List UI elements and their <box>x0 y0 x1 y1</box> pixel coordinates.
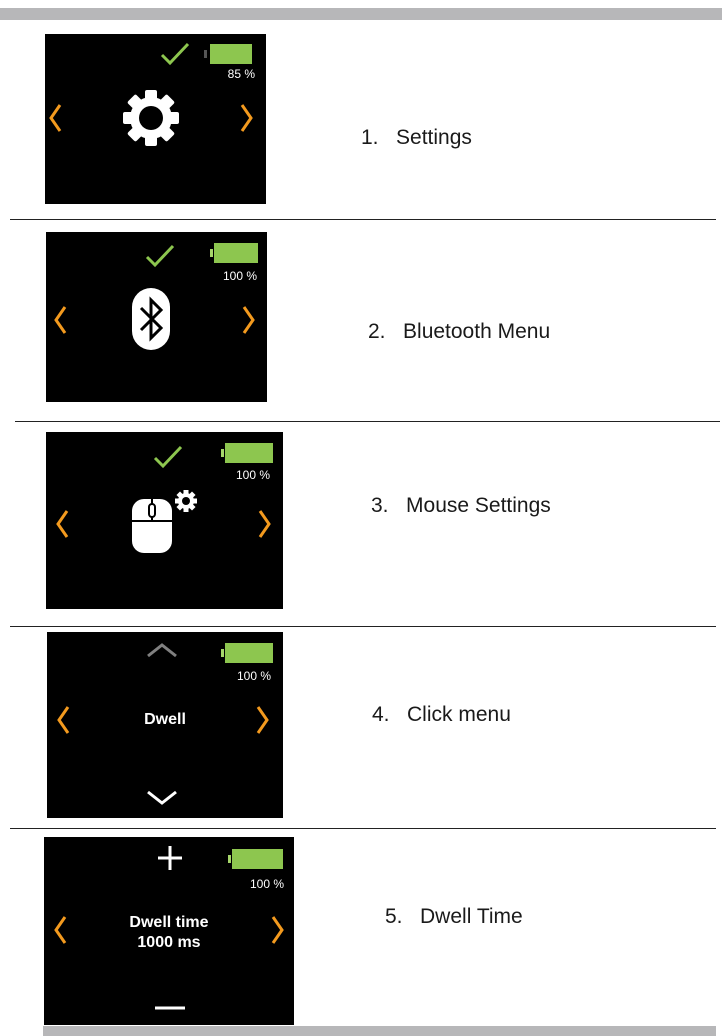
battery-level: 100 % <box>222 269 257 283</box>
caption-click-menu: 4. Click menu <box>372 703 511 726</box>
screen-bluetooth: 100 % <box>46 232 267 402</box>
chevron-right-icon[interactable] <box>240 305 256 335</box>
divider <box>15 421 720 422</box>
battery-level: 100 % <box>236 669 271 683</box>
minus-icon[interactable] <box>154 1005 186 1011</box>
menu-option: Dwell <box>144 711 186 728</box>
caption-settings: 1. Settings <box>361 126 472 149</box>
chevron-right-icon[interactable] <box>256 509 272 539</box>
top-rule <box>0 8 722 20</box>
chevron-left-icon[interactable] <box>48 103 64 133</box>
chevron-right-icon[interactable] <box>238 103 254 133</box>
divider <box>10 828 716 829</box>
screen-mouse-settings: 100 % <box>46 432 283 609</box>
checkmark-icon <box>145 244 175 268</box>
battery-level: 85 % <box>227 67 255 81</box>
dwell-time-label: Dwell time <box>129 914 209 931</box>
bottom-rule <box>43 1026 716 1036</box>
screen-dwell-time: 100 % Dwell time 1000 ms <box>44 837 294 1025</box>
caption-dwell-time: 5. Dwell Time <box>385 905 523 928</box>
plus-icon[interactable] <box>156 844 184 872</box>
chevron-right-icon[interactable] <box>254 705 270 735</box>
screen-settings: 85 % <box>45 34 266 204</box>
chevron-up-icon[interactable] <box>145 642 179 658</box>
caption-bluetooth: 2. Bluetooth Menu <box>368 320 551 343</box>
battery-level: 100 % <box>235 468 270 482</box>
chevron-left-icon[interactable] <box>55 509 71 539</box>
caption-mouse-settings: 3. Mouse Settings <box>371 494 551 517</box>
chevron-down-icon[interactable] <box>145 790 179 806</box>
divider <box>10 626 716 627</box>
battery-level: 100 % <box>249 877 284 891</box>
checkmark-icon <box>160 42 190 66</box>
gear-icon <box>123 90 179 146</box>
chevron-left-icon[interactable] <box>53 915 69 945</box>
bluetooth-icon <box>132 288 170 350</box>
chevron-right-icon[interactable] <box>269 915 285 945</box>
dwell-time-value: 1000 ms <box>137 934 201 951</box>
divider <box>10 219 716 220</box>
chevron-left-icon[interactable] <box>56 705 72 735</box>
checkmark-icon <box>153 445 183 469</box>
screen-click-menu: 100 % Dwell <box>47 632 283 818</box>
mouse-settings-icon <box>132 490 197 553</box>
chevron-left-icon[interactable] <box>53 305 69 335</box>
